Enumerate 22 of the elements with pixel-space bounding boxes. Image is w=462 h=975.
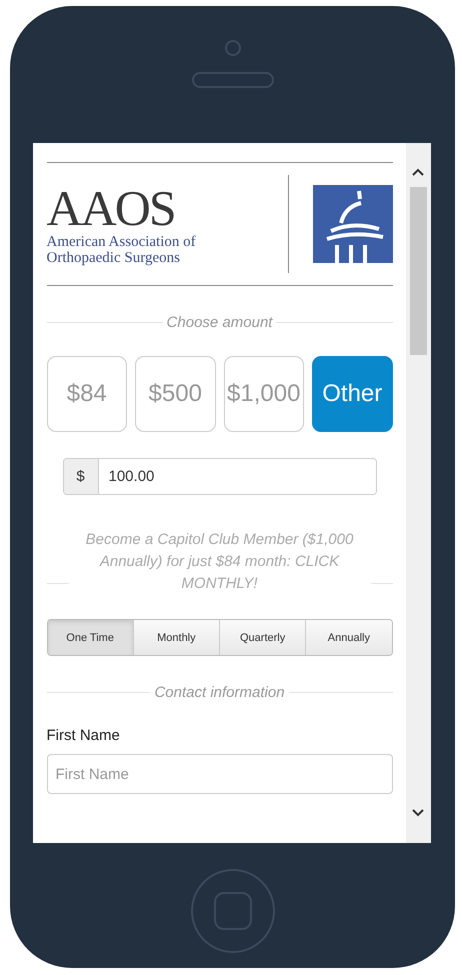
currency-symbol: $ [64,459,98,494]
first-name-input[interactable]: First Name [46,754,392,794]
frequency-button[interactable]: One Time [48,620,133,655]
scrollbar[interactable] [406,143,430,843]
organization-name: Orthopaedic Surgeons [46,250,181,266]
organization-name: American Association of [46,234,197,250]
field-label: First Name [46,727,121,744]
scroll-down-icon[interactable] [411,808,425,818]
section-heading: Choose amount [166,314,274,331]
speaker-icon [192,72,274,88]
amount-input-field[interactable]: $ 100.00 [62,458,376,495]
home-button[interactable] [190,868,274,952]
frequency-button[interactable]: Quarterly [219,620,306,655]
capitol-dome-icon [312,185,392,263]
amount-button[interactable]: Other [312,356,392,432]
section-heading: Contact information [153,684,286,701]
logo-acronym: AAOS [46,182,176,234]
scrollbar-thumb[interactable] [410,187,426,355]
scroll-up-icon[interactable] [411,167,425,177]
frequency-button[interactable]: Annually [305,620,392,655]
camera-icon [224,40,240,56]
frequency-button[interactable]: Monthly [132,620,219,655]
